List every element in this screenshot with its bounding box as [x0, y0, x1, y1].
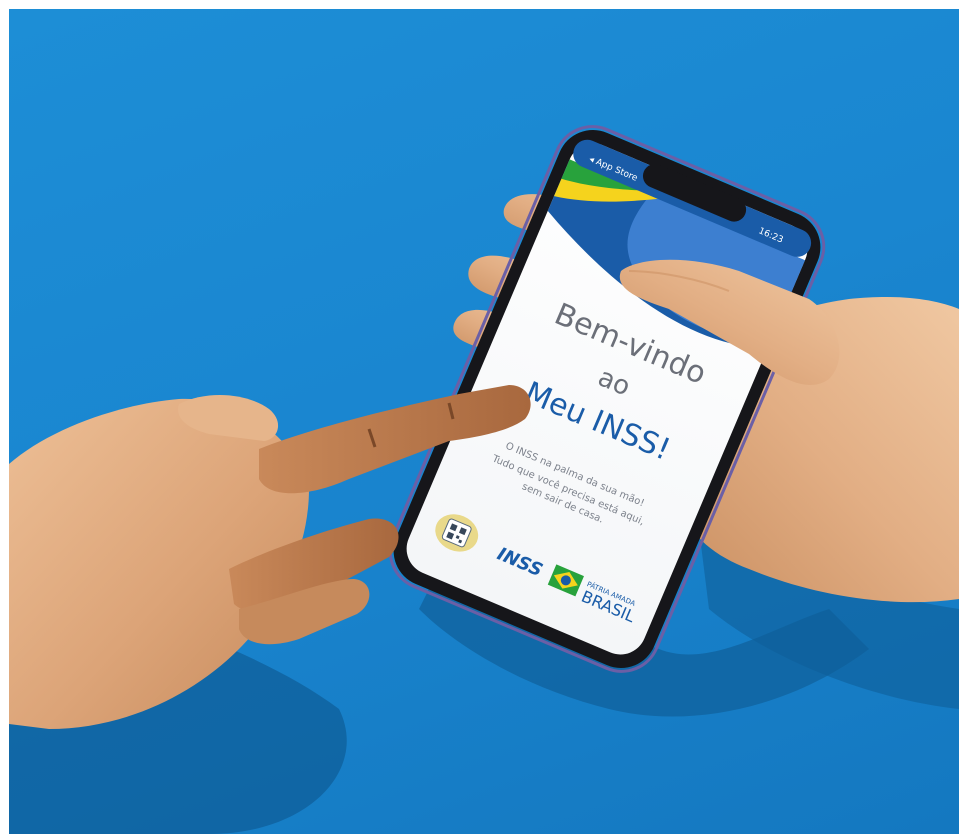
scene-illustration: ◂ App Store 16:23 Bem-vindo ao Meu INSS!… [9, 125, 959, 834]
photo-scene: ◂ App Store 16:23 Bem-vindo ao Meu INSS!… [9, 9, 959, 834]
photo-frame: ◂ App Store 16:23 Bem-vindo ao Meu INSS!… [0, 0, 963, 838]
